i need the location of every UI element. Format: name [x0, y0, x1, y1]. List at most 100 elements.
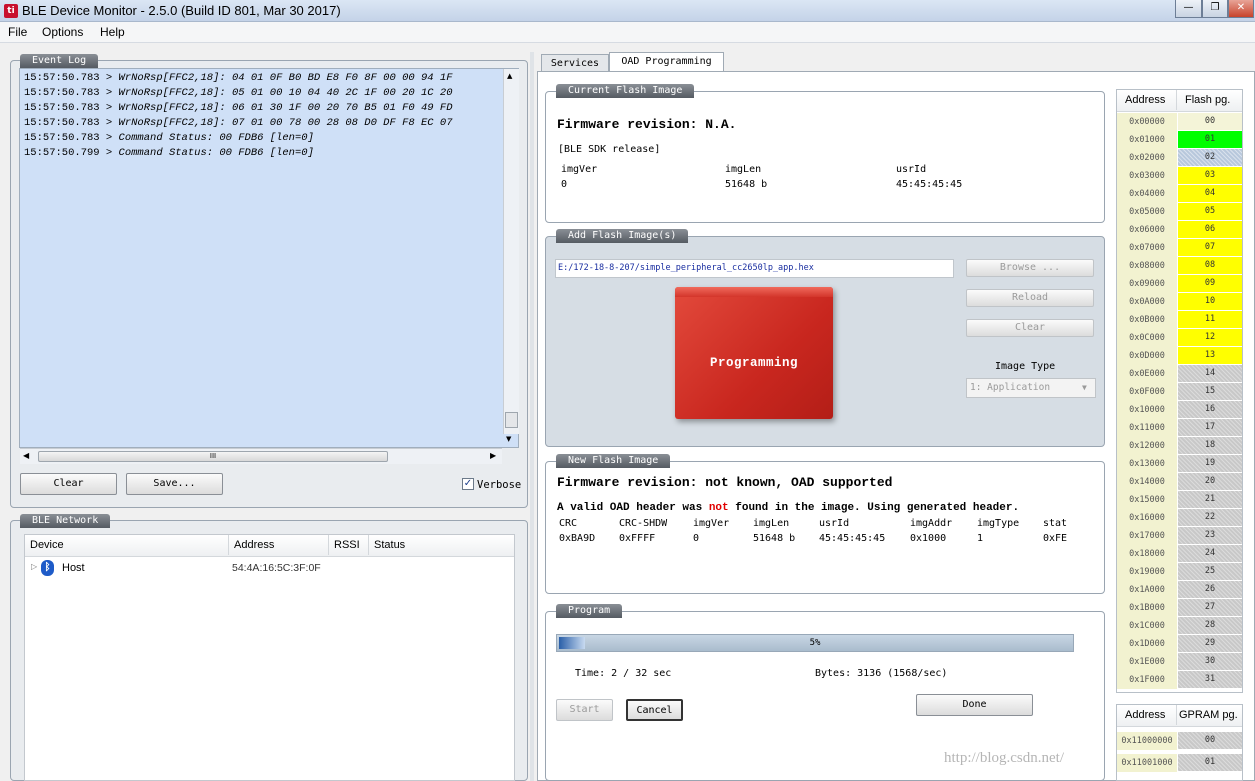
- flash-row[interactable]: 0x00000 00: [1117, 113, 1243, 131]
- flash-col-page[interactable]: Flash pg.: [1177, 90, 1242, 110]
- verbose-checkbox[interactable]: ✓: [462, 478, 474, 490]
- col-device[interactable]: Device: [25, 535, 229, 555]
- flash-row[interactable]: 0x07000 07: [1117, 239, 1243, 257]
- log-command: WrNoRsp[FFC2,18]: [118, 102, 220, 114]
- flash-row-address: 0x1F000: [1117, 671, 1177, 689]
- flash-row[interactable]: 0x0A000 10: [1117, 293, 1243, 311]
- flash-row[interactable]: 0x1F000 31: [1117, 671, 1243, 689]
- flash-row[interactable]: 0x16000 22: [1117, 509, 1243, 527]
- image-path-field[interactable]: E:/172-18-8-207/simple_peripheral_cc2650…: [555, 259, 954, 278]
- event-log-area[interactable]: 15:57:50.783 > WrNoRsp[FFC2,18]: 04 01 0…: [19, 68, 519, 464]
- gpram-col-address[interactable]: Address: [1117, 705, 1177, 725]
- flash-col-address[interactable]: Address: [1117, 90, 1177, 110]
- image-type-select[interactable]: 1: Application ▼: [966, 378, 1096, 398]
- flash-row[interactable]: 0x1E000 30: [1117, 653, 1243, 671]
- log-line: 15:57:50.783 > Command Status: 00 FDB6 […: [24, 132, 314, 144]
- program-time: Time: 2 / 32 sec: [575, 668, 672, 679]
- flash-row[interactable]: 0x13000 19: [1117, 455, 1243, 473]
- flash-row[interactable]: 0x1A000 26: [1117, 581, 1243, 599]
- event-log-vscroll-thumb[interactable]: [505, 412, 518, 428]
- reload-button[interactable]: Reload: [966, 289, 1094, 307]
- flash-row-address: 0x15000: [1117, 491, 1177, 509]
- event-log-vscroll[interactable]: ▲: [503, 69, 519, 434]
- flash-row-page: 21: [1178, 491, 1242, 508]
- flash-row-address: 0x06000: [1117, 221, 1177, 239]
- menu-help[interactable]: Help: [100, 25, 125, 39]
- start-button[interactable]: Start: [556, 699, 613, 721]
- new-hdr-col: imgAddr: [910, 518, 953, 529]
- gpram-col-page[interactable]: GPRAM pg.: [1177, 705, 1242, 725]
- flash-row[interactable]: 0x04000 04: [1117, 185, 1243, 203]
- scroll-left-icon[interactable]: ◀: [23, 451, 29, 460]
- flash-row[interactable]: 0x1B000 27: [1117, 599, 1243, 617]
- flash-row-page: 02: [1178, 149, 1242, 166]
- new-val-col: 0xFE: [1043, 533, 1068, 544]
- flash-row[interactable]: 0x0F000 15: [1117, 383, 1243, 401]
- clear-log-button[interactable]: Clear: [20, 473, 117, 495]
- flash-row[interactable]: 0x0B000 11: [1117, 311, 1243, 329]
- save-log-button[interactable]: Save...: [126, 473, 223, 495]
- flash-row-address: 0x0D000: [1117, 347, 1177, 365]
- new-hdr-col: usrId: [819, 518, 850, 529]
- new-firmware-revision: Firmware revision: not known, OAD suppor…: [557, 475, 893, 490]
- flash-row[interactable]: 0x0D000 13: [1117, 347, 1243, 365]
- splitter[interactable]: [530, 52, 534, 781]
- cur-hdr-imglen: imgLen: [725, 164, 762, 175]
- flash-row[interactable]: 0x09000 09: [1117, 275, 1243, 293]
- flash-row[interactable]: 0x18000 24: [1117, 545, 1243, 563]
- menu-file[interactable]: File: [8, 25, 27, 39]
- log-time: 15:57:50.783: [24, 87, 100, 99]
- col-address[interactable]: Address: [229, 535, 329, 555]
- new-image-legend: New Flash Image: [556, 454, 671, 468]
- flash-row-address: 0x1D000: [1117, 635, 1177, 653]
- current-firmware-revision: Firmware revision: N.A.: [557, 117, 737, 132]
- flash-row[interactable]: 0x1C000 28: [1117, 617, 1243, 635]
- flash-row[interactable]: 0x19000 25: [1117, 563, 1243, 581]
- flash-row[interactable]: 0x0C000 12: [1117, 329, 1243, 347]
- flash-row[interactable]: 0x14000 20: [1117, 473, 1243, 491]
- close-button[interactable]: ✕: [1228, 0, 1254, 18]
- table-row[interactable]: ▷ ᛒ Host 54:4A:16:5C:3F:0F: [25, 558, 514, 578]
- flash-row[interactable]: 0x0E000 14: [1117, 365, 1243, 383]
- expand-arrow-icon[interactable]: ▷: [31, 562, 37, 571]
- flash-row[interactable]: 0x1D000 29: [1117, 635, 1243, 653]
- flash-row[interactable]: 0x03000 03: [1117, 167, 1243, 185]
- flash-row-page: 25: [1178, 563, 1242, 580]
- tab-oad-programming[interactable]: OAD Programming: [609, 52, 724, 72]
- cancel-button[interactable]: Cancel: [626, 699, 683, 721]
- flash-row-address: 0x10000: [1117, 401, 1177, 419]
- flash-row[interactable]: 0x02000 02: [1117, 149, 1243, 167]
- done-button[interactable]: Done: [916, 694, 1033, 716]
- tab-services[interactable]: Services: [541, 54, 609, 72]
- col-status[interactable]: Status: [369, 535, 514, 555]
- flash-row[interactable]: 0x12000 18: [1117, 437, 1243, 455]
- gpram-row[interactable]: 0x11001000 01: [1117, 754, 1243, 772]
- current-image-group: [545, 91, 1105, 223]
- event-log-hscroll[interactable]: ◀ III ▶: [20, 448, 502, 464]
- flash-row[interactable]: 0x05000 05: [1117, 203, 1243, 221]
- flash-row-page: 06: [1178, 221, 1242, 238]
- scroll-down-icon[interactable]: ▼: [506, 435, 511, 443]
- event-log-hscroll-thumb[interactable]: III: [38, 451, 388, 462]
- minimize-button[interactable]: —: [1175, 0, 1202, 18]
- flash-row[interactable]: 0x01000 01: [1117, 131, 1243, 149]
- cur-hdr-imgver: imgVer: [561, 164, 598, 175]
- clear-image-button[interactable]: Clear: [966, 319, 1094, 337]
- menu-options[interactable]: Options: [42, 25, 83, 39]
- gpram-row[interactable]: 0x11000000 00: [1117, 732, 1243, 750]
- flash-row[interactable]: 0x08000 08: [1117, 257, 1243, 275]
- flash-row[interactable]: 0x10000 16: [1117, 401, 1243, 419]
- flash-row[interactable]: 0x17000 23: [1117, 527, 1243, 545]
- scroll-up-icon[interactable]: ▲: [507, 72, 512, 80]
- scroll-right-icon[interactable]: ▶: [490, 451, 496, 460]
- browse-button[interactable]: Browse ...: [966, 259, 1094, 277]
- flash-row[interactable]: 0x15000 21: [1117, 491, 1243, 509]
- gpram-table: Address GPRAM pg. 0x11000000 00 0x11001000…: [1116, 704, 1243, 781]
- current-image-legend: Current Flash Image: [556, 84, 695, 98]
- log-line: 15:57:50.783 > WrNoRsp[FFC2,18]: 05 01 0…: [24, 87, 453, 99]
- flash-row[interactable]: 0x06000 06: [1117, 221, 1243, 239]
- flash-row-page: 13: [1178, 347, 1242, 364]
- flash-row[interactable]: 0x11000 17: [1117, 419, 1243, 437]
- restore-button[interactable]: ❐: [1202, 0, 1228, 18]
- col-rssi[interactable]: RSSI: [329, 535, 369, 555]
